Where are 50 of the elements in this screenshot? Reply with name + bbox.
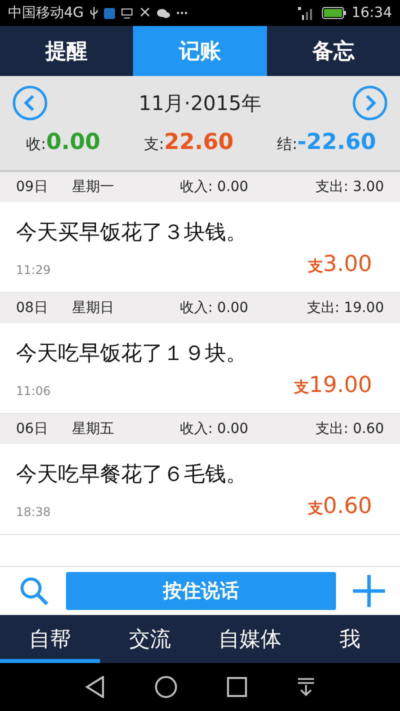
dropdown-icon[interactable] — [297, 677, 315, 697]
add-icon[interactable] — [352, 574, 386, 608]
entry-amount: 3.00 — [323, 252, 372, 276]
total-label: 收: — [26, 135, 46, 154]
home-icon[interactable] — [155, 676, 177, 698]
day-weekday: 星期日 — [72, 299, 115, 317]
day-weekday: 星期五 — [72, 420, 115, 438]
clock-text: 16:34 — [352, 5, 392, 21]
entry-text: 今天吃早餐花了６毛钱。 — [16, 460, 248, 488]
chat-icon — [156, 8, 170, 18]
day-expense: 支出: 0.60 — [314, 420, 384, 438]
recents-icon[interactable] — [227, 677, 247, 697]
bottom-tab[interactable]: 我 — [300, 615, 400, 663]
carrier-text: 中国移动4G — [8, 4, 84, 22]
entry-time: 11:06 — [16, 384, 51, 398]
entry-time: 18:38 — [16, 504, 51, 518]
day-income: 收入: 0.00 — [180, 420, 250, 438]
day-date: 08日 — [16, 299, 49, 317]
entry-text: 今天吃早饭花了１９块。 — [16, 340, 248, 366]
day-income: 收入: 0.00 — [180, 178, 250, 196]
expense-prefix: 支 — [308, 256, 324, 276]
battery-icon — [322, 7, 346, 19]
total-value: 0.00 — [46, 130, 100, 155]
bottom-tab[interactable]: 交流 — [100, 615, 200, 663]
more-icon — [176, 11, 188, 15]
bottom-tab[interactable]: 自媒体 — [200, 615, 300, 663]
usb-icon — [90, 7, 98, 19]
total-label: 结: — [277, 135, 298, 154]
month-title: 11月·2015年 — [138, 90, 262, 116]
expense-prefix: 支 — [308, 498, 324, 518]
day-expense: 支出: 3.00 — [314, 178, 384, 196]
day-expense: 支出: 19.00 — [306, 299, 384, 317]
entry-text: 今天买早饭花了３块钱。 — [16, 218, 248, 246]
tab[interactable]: 提醒 — [0, 26, 134, 76]
entry-amount: 0.60 — [323, 494, 372, 518]
day-income: 收入: 0.00 — [180, 299, 250, 317]
entry-amount: 19.00 — [309, 372, 372, 398]
search-icon[interactable] — [18, 575, 50, 607]
total-value: 22.60 — [164, 130, 234, 155]
total-value: -22.60 — [297, 130, 376, 155]
day-date: 06日 — [16, 420, 49, 438]
day-weekday: 星期一 — [72, 178, 115, 196]
total-label: 支: — [144, 135, 164, 154]
tab[interactable]: 备忘 — [266, 26, 400, 76]
monitor-icon — [120, 8, 133, 18]
day-date: 09日 — [16, 178, 49, 196]
back-icon[interactable] — [85, 676, 105, 698]
entry-time: 11:29 — [16, 262, 51, 276]
expense-prefix: 支 — [294, 378, 310, 396]
app-icon — [104, 8, 115, 18]
